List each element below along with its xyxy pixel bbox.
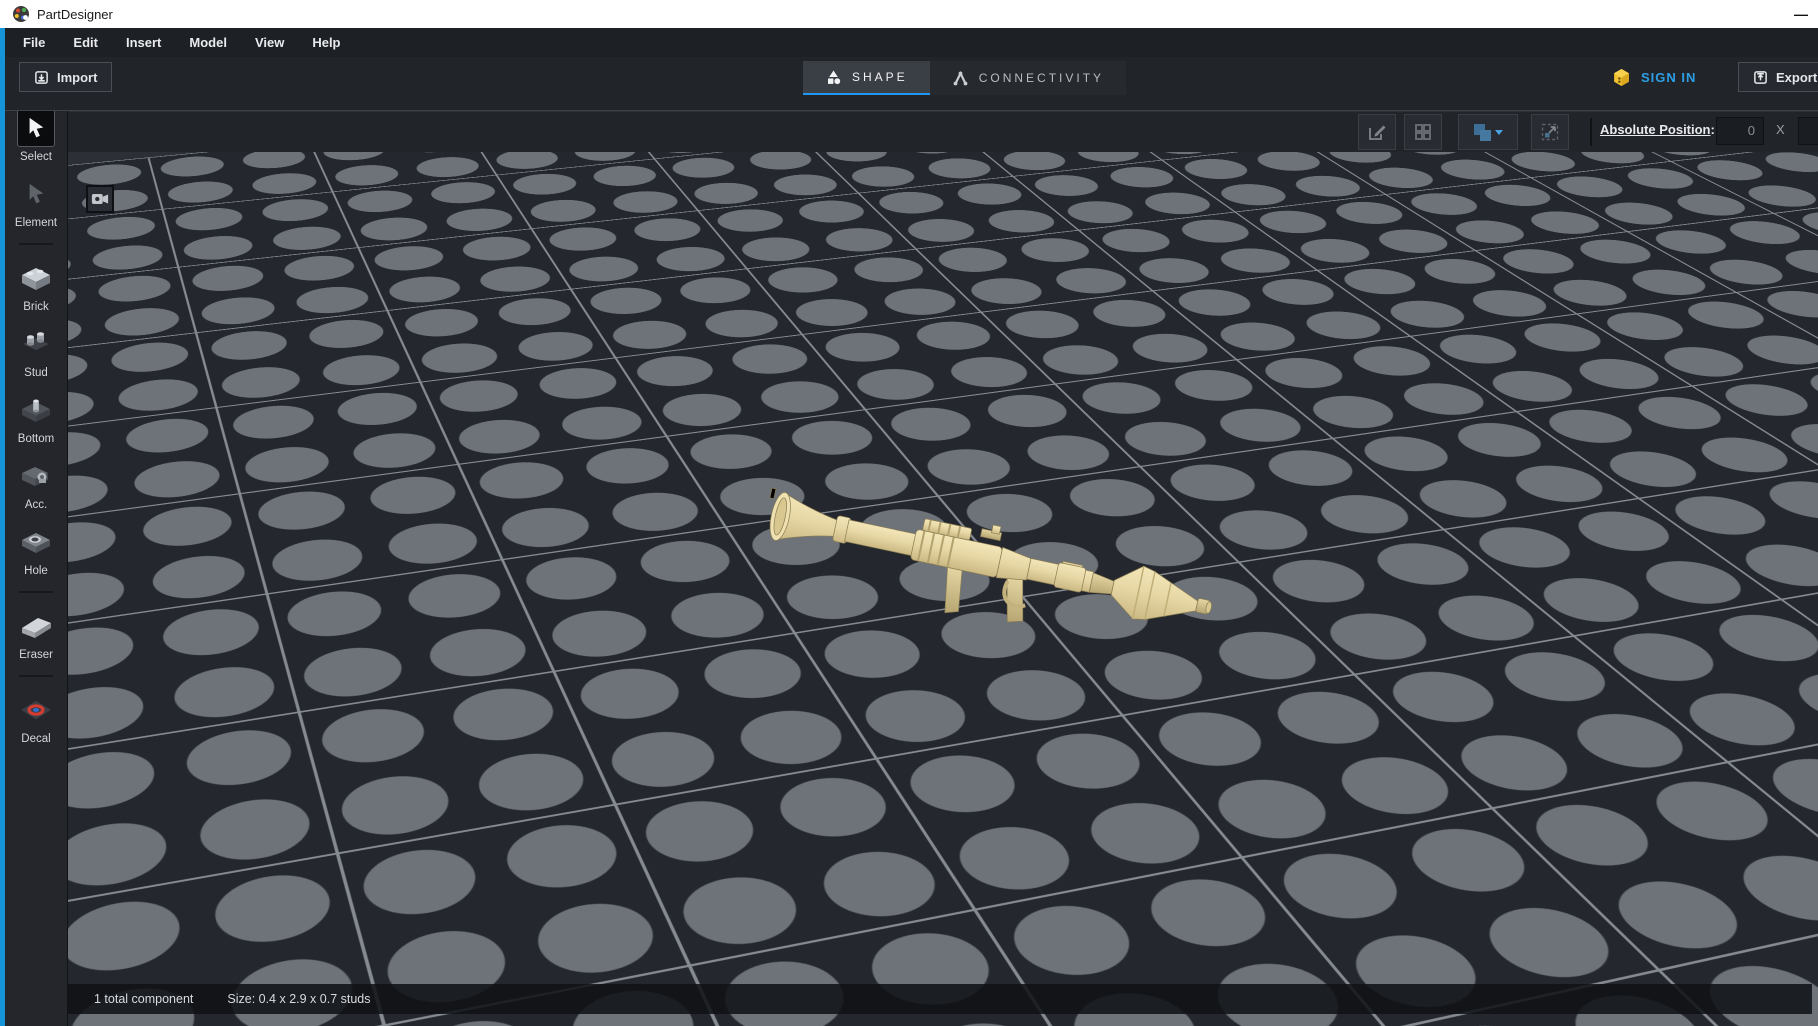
viewport-3d[interactable]: 1 total component Size: 0.4 x 2.9 x 0.7 … — [68, 152, 1818, 1026]
scale-selection-button[interactable] — [1531, 114, 1569, 150]
chevron-down-icon — [1495, 130, 1503, 135]
toolbar-separator — [1590, 118, 1592, 146]
component-count: 1 total component — [94, 992, 194, 1006]
absolute-position-label: Absolute Position: — [1600, 122, 1715, 137]
decal-icon — [21, 700, 51, 720]
camera-view-button[interactable] — [86, 185, 114, 213]
bottom-tube-icon — [22, 399, 50, 422]
tool-stud[interactable]: Stud — [17, 325, 55, 379]
eraser-icon — [22, 618, 51, 638]
overlap-squares-icon — [1474, 124, 1491, 141]
export-icon — [1754, 70, 1767, 84]
tool-label: Eraser — [19, 649, 53, 661]
tool-label: Bottom — [17, 433, 55, 445]
sidebar-divider — [19, 675, 53, 677]
tool-brick[interactable]: Brick — [17, 259, 55, 313]
viewport-toolbar: Absolute Position: 0 X 0 — [68, 112, 1818, 152]
brick-cube-icon — [1614, 68, 1629, 86]
tab-shape[interactable]: SHAPE — [803, 61, 930, 95]
tool-eraser[interactable]: Eraser — [17, 607, 55, 661]
tool-label: Acc. — [24, 499, 48, 511]
window-edge-accent — [0, 0, 5, 1026]
tab-connectivity[interactable]: CONNECTIVITY — [929, 61, 1127, 95]
window-title: PartDesigner — [37, 6, 113, 22]
menu-bar: File Edit Insert Model View Help — [5, 28, 1818, 57]
hole-icon — [22, 533, 50, 553]
stud-icon — [23, 332, 49, 350]
app-palette-icon — [13, 6, 29, 22]
select-cursor-icon — [29, 117, 44, 138]
camera-icon — [91, 194, 109, 204]
edit-pencil-icon — [1369, 125, 1386, 140]
scale-expand-icon — [1541, 123, 1559, 141]
tool-sidebar: Select Element Brick Stud Bottom Acc. Ho… — [5, 95, 68, 1026]
mode-tabs: SHAPE CONNECTIVITY — [803, 61, 1127, 95]
menu-edit[interactable]: Edit — [63, 35, 108, 50]
tool-decal[interactable]: Decal — [17, 691, 55, 745]
menu-view[interactable]: View — [245, 35, 294, 50]
position-y-input[interactable]: 0 — [1798, 117, 1818, 145]
sidebar-divider — [19, 591, 53, 593]
import-label: Import — [57, 69, 98, 85]
import-icon — [35, 70, 48, 84]
tool-label: Select — [20, 151, 52, 163]
title-bar: PartDesigner — — [0, 0, 1818, 28]
tool-label: Brick — [23, 301, 49, 313]
export-to-studio-button[interactable]: Export to S — [1738, 62, 1818, 92]
minimize-button[interactable]: — — [1794, 0, 1808, 28]
sign-in-label: SIGN IN — [1641, 69, 1697, 85]
part-model-rpg[interactable] — [768, 450, 1238, 650]
boolean-mode-dropdown[interactable] — [1458, 114, 1518, 150]
tool-select[interactable]: Select — [17, 109, 55, 163]
sign-in-button[interactable]: SIGN IN — [1612, 62, 1696, 92]
model-size: Size: 0.4 x 2.9 x 0.7 studs — [227, 992, 371, 1006]
sidebar-divider — [19, 243, 53, 245]
part-designer-window: PartDesigner — File Edit Insert Model Vi… — [0, 0, 1818, 1026]
export-label: Export to S — [1776, 69, 1818, 85]
menu-file[interactable]: File — [13, 35, 55, 50]
tool-label: Decal — [21, 733, 51, 745]
tool-element[interactable]: Element — [15, 175, 57, 229]
tab-shape-label: SHAPE — [852, 70, 908, 84]
position-x-input[interactable]: 0 — [1716, 117, 1764, 145]
import-button[interactable]: Import — [19, 62, 113, 92]
edit-part-button[interactable] — [1358, 114, 1396, 150]
tab-connectivity-label: CONNECTIVITY — [978, 71, 1105, 85]
tool-hole[interactable]: Hole — [17, 523, 55, 577]
menu-help[interactable]: Help — [302, 35, 350, 50]
element-cursor-icon — [29, 183, 44, 204]
tool-label: Element — [14, 217, 58, 229]
status-bar: 1 total component Size: 0.4 x 2.9 x 0.7 … — [68, 984, 1812, 1014]
menu-insert[interactable]: Insert — [116, 35, 171, 50]
menu-model[interactable]: Model — [179, 35, 237, 50]
component-grid-button[interactable] — [1404, 114, 1442, 150]
accessory-icon — [22, 467, 48, 486]
shape-icon — [828, 70, 841, 84]
main-toolbar: Import SHAPE CONNECTIVITY SIGN IN Export — [5, 57, 1818, 111]
tool-accessory[interactable]: Acc. — [17, 457, 55, 511]
tool-bottom[interactable]: Bottom — [17, 391, 55, 445]
connectivity-icon — [953, 70, 968, 85]
axis-x-label: X — [1776, 122, 1785, 137]
grid-squares-icon — [1415, 124, 1431, 140]
tool-label: Hole — [24, 565, 48, 577]
brick-icon — [22, 268, 50, 290]
tool-label: Stud — [24, 367, 48, 379]
